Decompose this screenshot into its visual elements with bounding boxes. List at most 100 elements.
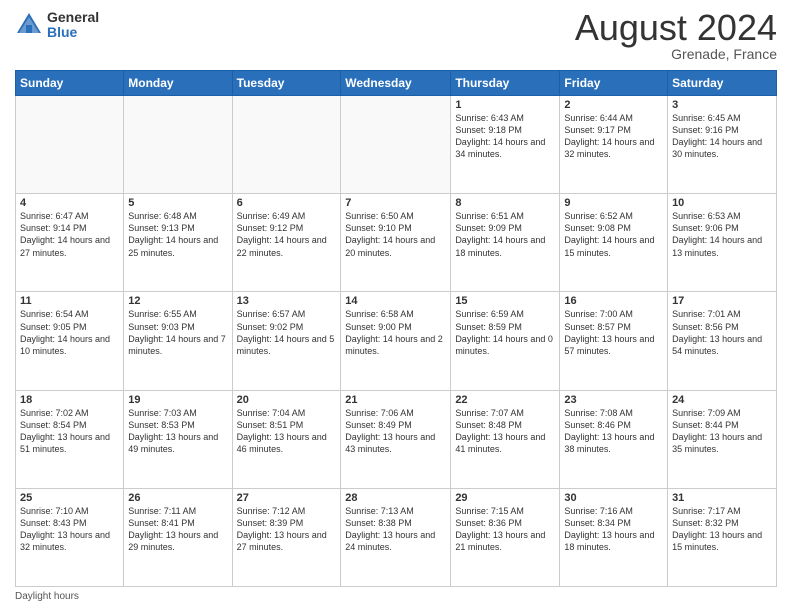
day-number: 13 [237,295,337,307]
day-number: 5 [128,197,227,209]
day-info: Sunrise: 7:16 AM Sunset: 8:34 PM Dayligh… [564,505,663,554]
table-row: 4Sunrise: 6:47 AM Sunset: 9:14 PM Daylig… [16,194,124,292]
table-row: 24Sunrise: 7:09 AM Sunset: 8:44 PM Dayli… [668,390,777,488]
day-number: 1 [455,99,555,111]
day-info: Sunrise: 7:02 AM Sunset: 8:54 PM Dayligh… [20,407,119,456]
table-row: 8Sunrise: 6:51 AM Sunset: 9:09 PM Daylig… [451,194,560,292]
table-row: 19Sunrise: 7:03 AM Sunset: 8:53 PM Dayli… [124,390,232,488]
day-info: Sunrise: 7:03 AM Sunset: 8:53 PM Dayligh… [128,407,227,456]
day-number: 7 [345,197,446,209]
day-number: 16 [564,295,663,307]
day-info: Sunrise: 6:57 AM Sunset: 9:02 PM Dayligh… [237,308,337,357]
table-row: 26Sunrise: 7:11 AM Sunset: 8:41 PM Dayli… [124,488,232,586]
day-info: Sunrise: 6:55 AM Sunset: 9:03 PM Dayligh… [128,308,227,357]
day-info: Sunrise: 6:49 AM Sunset: 9:12 PM Dayligh… [237,210,337,259]
header-sunday: Sunday [16,71,124,96]
day-number: 26 [128,492,227,504]
day-number: 18 [20,394,119,406]
logo: General Blue [15,10,99,41]
table-row: 13Sunrise: 6:57 AM Sunset: 9:02 PM Dayli… [232,292,341,390]
day-number: 6 [237,197,337,209]
day-number: 28 [345,492,446,504]
table-row: 18Sunrise: 7:02 AM Sunset: 8:54 PM Dayli… [16,390,124,488]
table-row: 21Sunrise: 7:06 AM Sunset: 8:49 PM Dayli… [341,390,451,488]
day-number: 25 [20,492,119,504]
day-info: Sunrise: 7:17 AM Sunset: 8:32 PM Dayligh… [672,505,772,554]
title-block: August 2024 Grenade, France [575,10,777,62]
day-number: 12 [128,295,227,307]
day-number: 20 [237,394,337,406]
table-row: 10Sunrise: 6:53 AM Sunset: 9:06 PM Dayli… [668,194,777,292]
table-row: 29Sunrise: 7:15 AM Sunset: 8:36 PM Dayli… [451,488,560,586]
table-row: 7Sunrise: 6:50 AM Sunset: 9:10 PM Daylig… [341,194,451,292]
day-info: Sunrise: 7:04 AM Sunset: 8:51 PM Dayligh… [237,407,337,456]
header-wednesday: Wednesday [341,71,451,96]
day-info: Sunrise: 7:01 AM Sunset: 8:56 PM Dayligh… [672,308,772,357]
header-friday: Friday [560,71,668,96]
day-number: 15 [455,295,555,307]
table-row: 15Sunrise: 6:59 AM Sunset: 8:59 PM Dayli… [451,292,560,390]
table-row: 17Sunrise: 7:01 AM Sunset: 8:56 PM Dayli… [668,292,777,390]
header: General Blue August 2024 Grenade, France [15,10,777,62]
table-row: 31Sunrise: 7:17 AM Sunset: 8:32 PM Dayli… [668,488,777,586]
day-info: Sunrise: 6:50 AM Sunset: 9:10 PM Dayligh… [345,210,446,259]
header-thursday: Thursday [451,71,560,96]
table-row: 5Sunrise: 6:48 AM Sunset: 9:13 PM Daylig… [124,194,232,292]
calendar-week-row: 11Sunrise: 6:54 AM Sunset: 9:05 PM Dayli… [16,292,777,390]
day-number: 8 [455,197,555,209]
day-info: Sunrise: 6:43 AM Sunset: 9:18 PM Dayligh… [455,112,555,161]
day-number: 4 [20,197,119,209]
logo-text: General Blue [47,10,99,41]
table-row: 20Sunrise: 7:04 AM Sunset: 8:51 PM Dayli… [232,390,341,488]
day-info: Sunrise: 7:08 AM Sunset: 8:46 PM Dayligh… [564,407,663,456]
table-row: 28Sunrise: 7:13 AM Sunset: 8:38 PM Dayli… [341,488,451,586]
day-info: Sunrise: 6:54 AM Sunset: 9:05 PM Dayligh… [20,308,119,357]
day-info: Sunrise: 7:13 AM Sunset: 8:38 PM Dayligh… [345,505,446,554]
day-info: Sunrise: 7:15 AM Sunset: 8:36 PM Dayligh… [455,505,555,554]
header-saturday: Saturday [668,71,777,96]
table-row: 27Sunrise: 7:12 AM Sunset: 8:39 PM Dayli… [232,488,341,586]
calendar-week-row: 18Sunrise: 7:02 AM Sunset: 8:54 PM Dayli… [16,390,777,488]
table-row: 6Sunrise: 6:49 AM Sunset: 9:12 PM Daylig… [232,194,341,292]
day-number: 17 [672,295,772,307]
day-number: 22 [455,394,555,406]
day-info: Sunrise: 7:12 AM Sunset: 8:39 PM Dayligh… [237,505,337,554]
table-row: 16Sunrise: 7:00 AM Sunset: 8:57 PM Dayli… [560,292,668,390]
table-row: 2Sunrise: 6:44 AM Sunset: 9:17 PM Daylig… [560,96,668,194]
location: Grenade, France [575,46,777,62]
day-info: Sunrise: 7:07 AM Sunset: 8:48 PM Dayligh… [455,407,555,456]
table-row: 1Sunrise: 6:43 AM Sunset: 9:18 PM Daylig… [451,96,560,194]
day-info: Sunrise: 6:59 AM Sunset: 8:59 PM Dayligh… [455,308,555,357]
table-row [16,96,124,194]
day-number: 29 [455,492,555,504]
page: General Blue August 2024 Grenade, France… [0,0,792,612]
table-row: 25Sunrise: 7:10 AM Sunset: 8:43 PM Dayli… [16,488,124,586]
header-monday: Monday [124,71,232,96]
footer-note: Daylight hours [15,591,777,602]
day-number: 23 [564,394,663,406]
day-number: 11 [20,295,119,307]
logo-icon [15,11,43,39]
day-info: Sunrise: 7:11 AM Sunset: 8:41 PM Dayligh… [128,505,227,554]
day-info: Sunrise: 7:10 AM Sunset: 8:43 PM Dayligh… [20,505,119,554]
logo-general-text: General [47,10,99,25]
day-info: Sunrise: 6:51 AM Sunset: 9:09 PM Dayligh… [455,210,555,259]
day-info: Sunrise: 6:44 AM Sunset: 9:17 PM Dayligh… [564,112,663,161]
weekday-header-row: Sunday Monday Tuesday Wednesday Thursday… [16,71,777,96]
table-row [232,96,341,194]
day-info: Sunrise: 7:09 AM Sunset: 8:44 PM Dayligh… [672,407,772,456]
day-number: 3 [672,99,772,111]
day-number: 10 [672,197,772,209]
table-row: 12Sunrise: 6:55 AM Sunset: 9:03 PM Dayli… [124,292,232,390]
table-row: 11Sunrise: 6:54 AM Sunset: 9:05 PM Dayli… [16,292,124,390]
day-info: Sunrise: 6:53 AM Sunset: 9:06 PM Dayligh… [672,210,772,259]
day-info: Sunrise: 6:47 AM Sunset: 9:14 PM Dayligh… [20,210,119,259]
table-row: 23Sunrise: 7:08 AM Sunset: 8:46 PM Dayli… [560,390,668,488]
day-number: 21 [345,394,446,406]
logo-blue-text: Blue [47,25,99,40]
table-row [341,96,451,194]
daylight-hours-label: Daylight hours [15,591,79,602]
day-info: Sunrise: 6:52 AM Sunset: 9:08 PM Dayligh… [564,210,663,259]
table-row: 3Sunrise: 6:45 AM Sunset: 9:16 PM Daylig… [668,96,777,194]
calendar-table: Sunday Monday Tuesday Wednesday Thursday… [15,70,777,587]
